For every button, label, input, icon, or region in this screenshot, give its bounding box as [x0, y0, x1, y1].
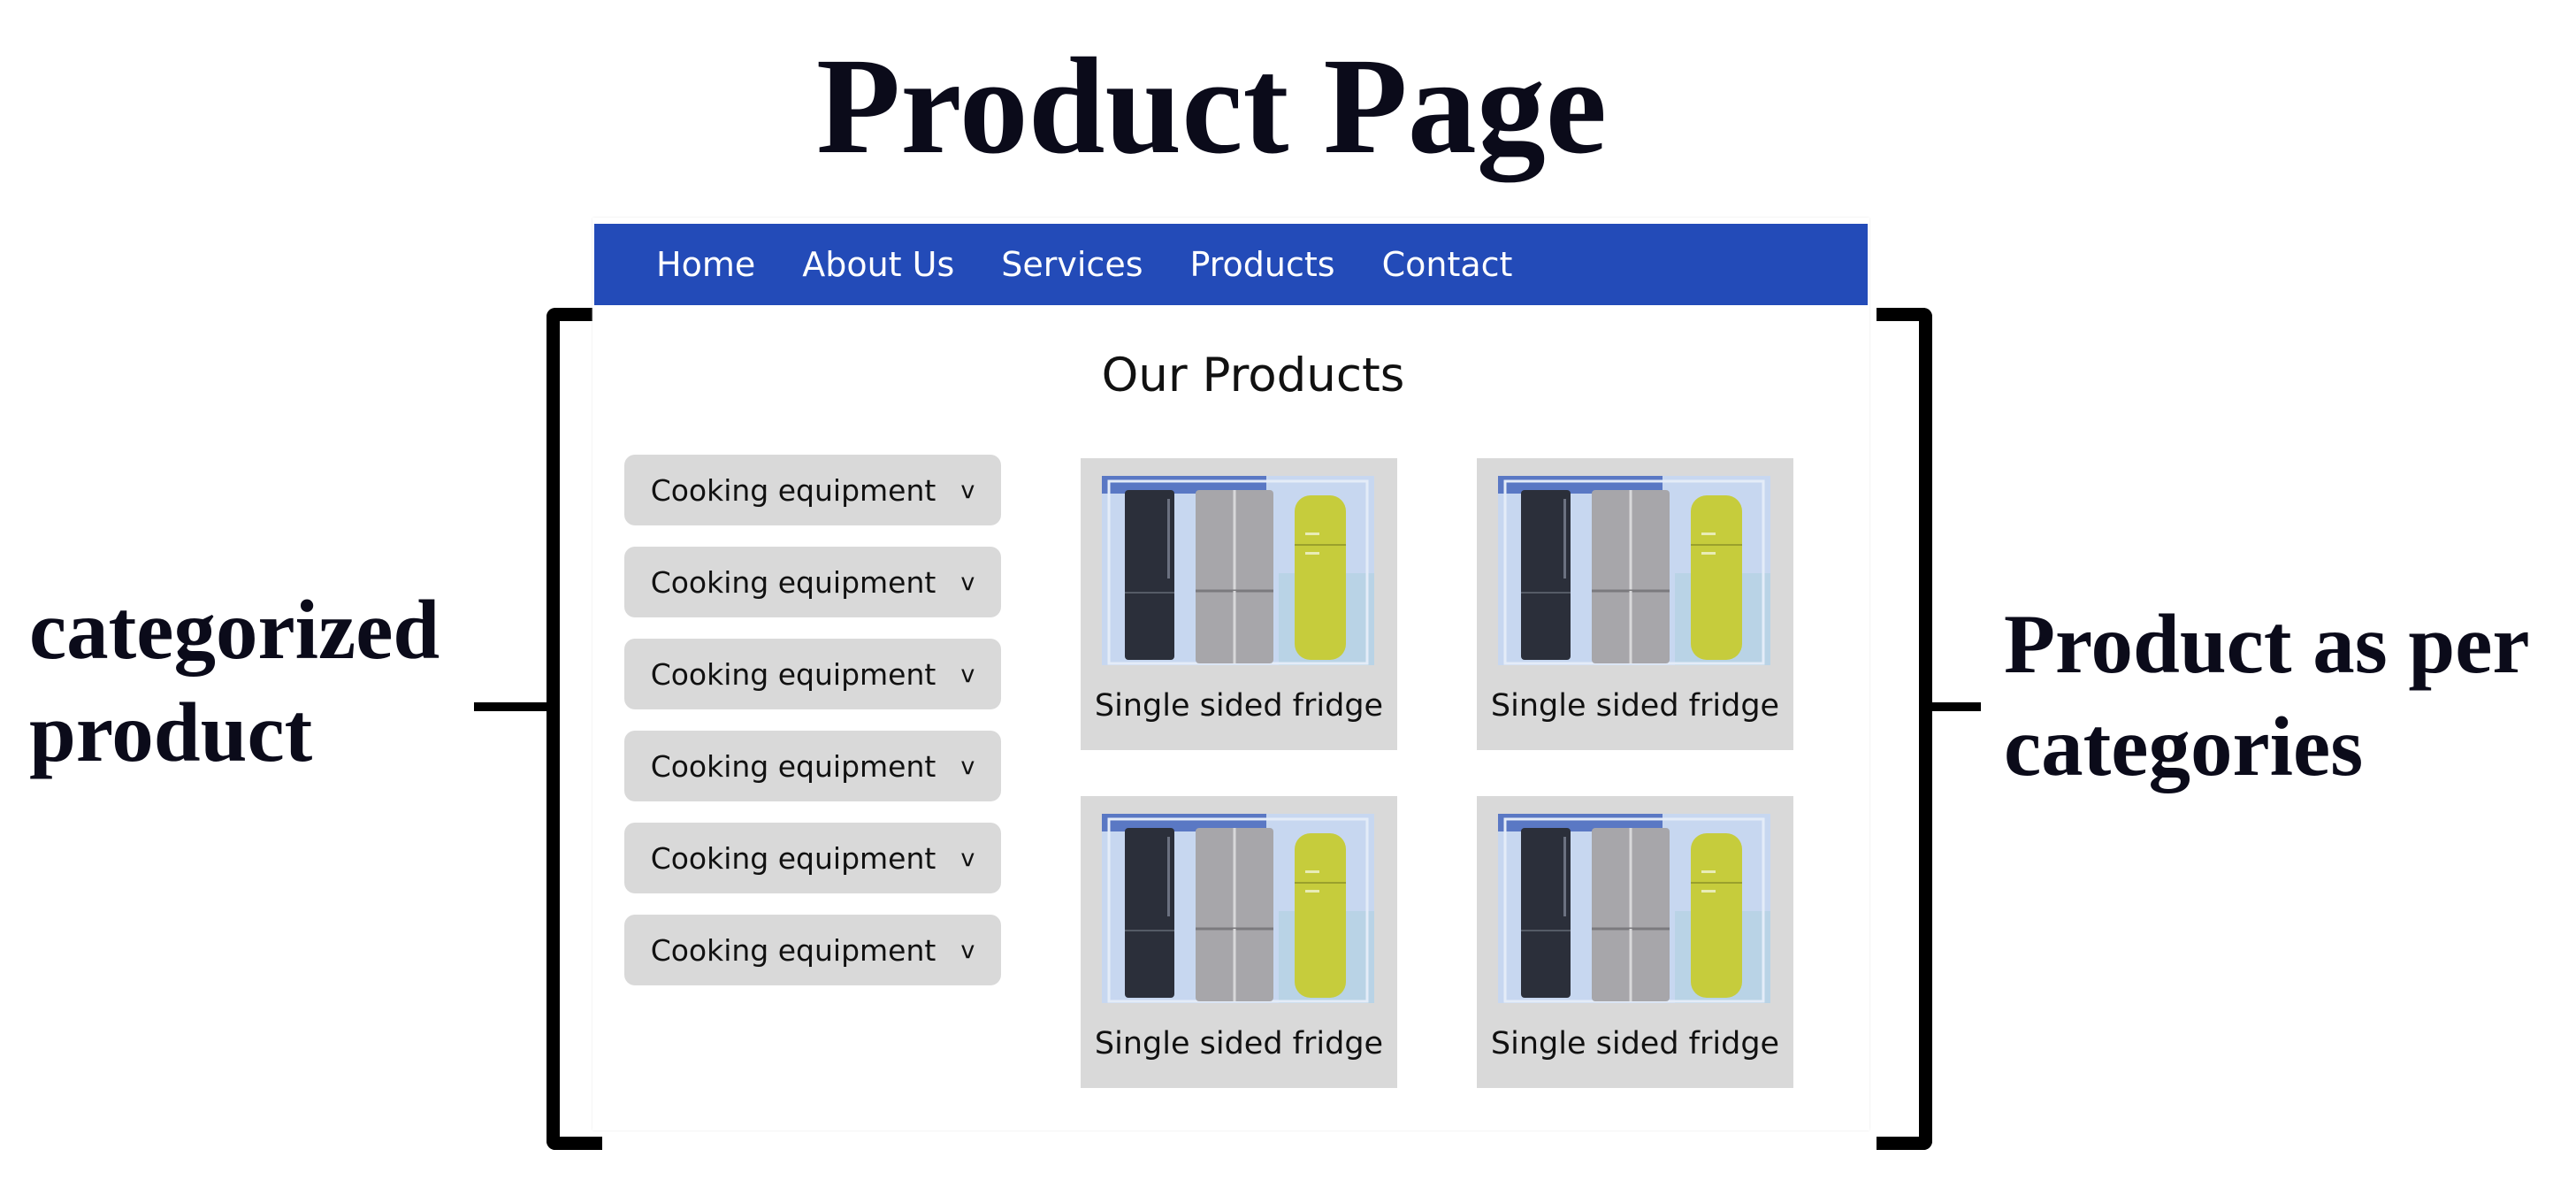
fridge-lineup-image: [1102, 814, 1374, 1003]
right-connector-line: [1930, 702, 1981, 711]
annotation-product-as-per-categories: Product as per categories: [2004, 593, 2530, 798]
product-name: Single sided fridge: [1094, 688, 1384, 724]
chevron-down-icon: v: [960, 660, 975, 688]
website-mockup: Home About Us Services Products Contact …: [592, 218, 1869, 1130]
product-card[interactable]: Single sided fridge: [1081, 796, 1397, 1088]
annotation-categorized-product: categorized product: [29, 579, 440, 784]
fridge-lineup-image: [1498, 476, 1770, 665]
chevron-down-icon: v: [960, 752, 975, 780]
product-name: Single sided fridge: [1490, 688, 1780, 724]
annotation-line: categorized: [29, 583, 440, 677]
category-dropdown[interactable]: Cooking equipment v: [624, 639, 1001, 709]
page-title: Product Page: [816, 29, 1607, 182]
product-name: Single sided fridge: [1490, 1026, 1780, 1061]
chevron-down-icon: v: [960, 476, 975, 504]
annotation-line: Product as per: [2004, 597, 2530, 691]
product-card[interactable]: Single sided fridge: [1477, 796, 1793, 1088]
chevron-down-icon: v: [960, 844, 975, 872]
left-connector-line: [474, 702, 548, 711]
category-label: Cooking equipment: [650, 840, 936, 876]
nav-bar: Home About Us Services Products Contact: [594, 224, 1868, 305]
category-label: Cooking equipment: [650, 656, 936, 692]
category-label: Cooking equipment: [650, 472, 936, 508]
category-dropdown[interactable]: Cooking equipment v: [624, 915, 1001, 985]
nav-products[interactable]: Products: [1190, 245, 1335, 284]
chevron-down-icon: v: [960, 568, 975, 596]
category-label: Cooking equipment: [650, 932, 936, 968]
fridge-lineup-image: [1102, 476, 1374, 665]
nav-contact[interactable]: Contact: [1382, 245, 1513, 284]
annotation-line: product: [29, 686, 313, 779]
nav-home[interactable]: Home: [656, 245, 755, 284]
product-card[interactable]: Single sided fridge: [1081, 458, 1397, 750]
category-dropdown[interactable]: Cooking equipment v: [624, 455, 1001, 525]
product-card[interactable]: Single sided fridge: [1477, 458, 1793, 750]
fridge-lineup-image: [1498, 814, 1770, 1003]
category-label: Cooking equipment: [650, 748, 936, 784]
nav-about-us[interactable]: About Us: [802, 245, 954, 284]
category-dropdown[interactable]: Cooking equipment v: [624, 823, 1001, 893]
right-bracket: [1877, 308, 1932, 1150]
product-name: Single sided fridge: [1094, 1026, 1384, 1061]
nav-services[interactable]: Services: [1001, 245, 1143, 284]
category-label: Cooking equipment: [650, 564, 936, 600]
annotation-line: categories: [2004, 700, 2364, 793]
chevron-down-icon: v: [960, 936, 975, 964]
category-dropdown[interactable]: Cooking equipment v: [624, 731, 1001, 801]
category-dropdown[interactable]: Cooking equipment v: [624, 547, 1001, 617]
products-heading: Our Products: [1101, 349, 1405, 402]
